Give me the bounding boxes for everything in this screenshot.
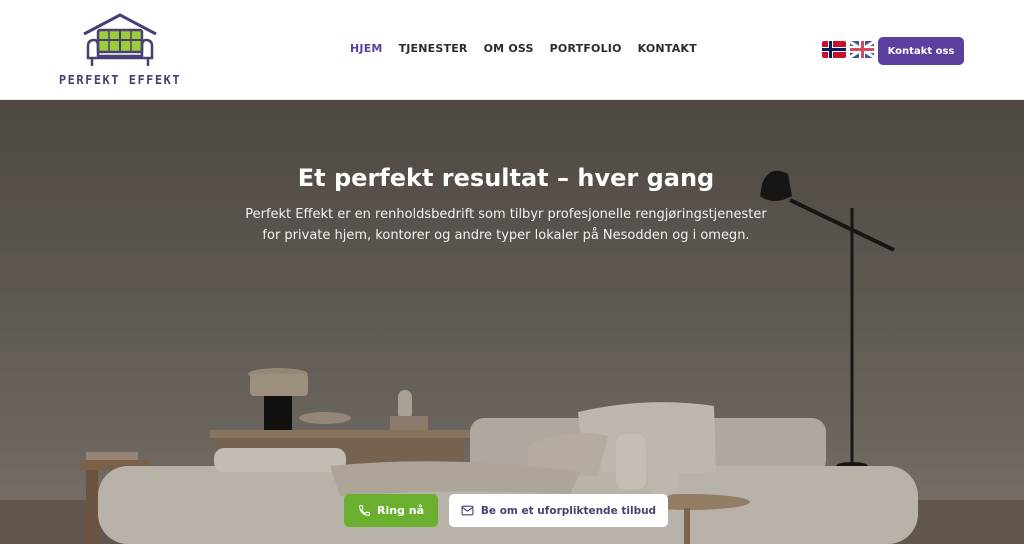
request-quote-button[interactable]: Be om et uforpliktende tilbud	[449, 494, 668, 527]
language-switcher	[822, 41, 874, 59]
main-nav: HJEM TJENESTER OM OSS PORTFOLIO KONTAKT	[350, 42, 697, 60]
contact-button[interactable]: Kontakt oss	[878, 37, 964, 65]
phone-icon	[359, 505, 370, 516]
hero-title: Et perfekt resultat – hver gang	[297, 164, 715, 192]
nav-item-om-oss[interactable]: OM OSS	[484, 42, 534, 60]
house-sofa-logo-icon	[83, 13, 157, 66]
hero-section: Et perfekt resultat – hver gang Perfekt …	[0, 100, 1024, 544]
nav-item-tjenester[interactable]: TJENESTER	[399, 42, 468, 60]
request-quote-label: Be om et uforpliktende tilbud	[480, 504, 657, 517]
nav-item-portfolio[interactable]: PORTFOLIO	[550, 42, 622, 60]
mail-icon	[461, 505, 474, 516]
nav-item-hjem[interactable]: HJEM	[350, 42, 383, 60]
logo-text: PERFEKT EFFEKT	[58, 73, 182, 87]
call-now-button[interactable]: Ring nå	[344, 494, 438, 527]
uk-flag-icon[interactable]	[850, 41, 874, 58]
logo[interactable]: PERFEKT EFFEKT	[54, 12, 186, 88]
call-now-label: Ring nå	[376, 504, 425, 517]
norway-flag-icon[interactable]	[822, 41, 846, 58]
nav-item-kontakt[interactable]: KONTAKT	[638, 42, 697, 60]
hero-subtitle: Perfekt Effekt er en renholdsbedrift som…	[245, 207, 767, 243]
site-header: PERFEKT EFFEKT HJEM TJENESTER OM OSS POR…	[0, 0, 1024, 100]
